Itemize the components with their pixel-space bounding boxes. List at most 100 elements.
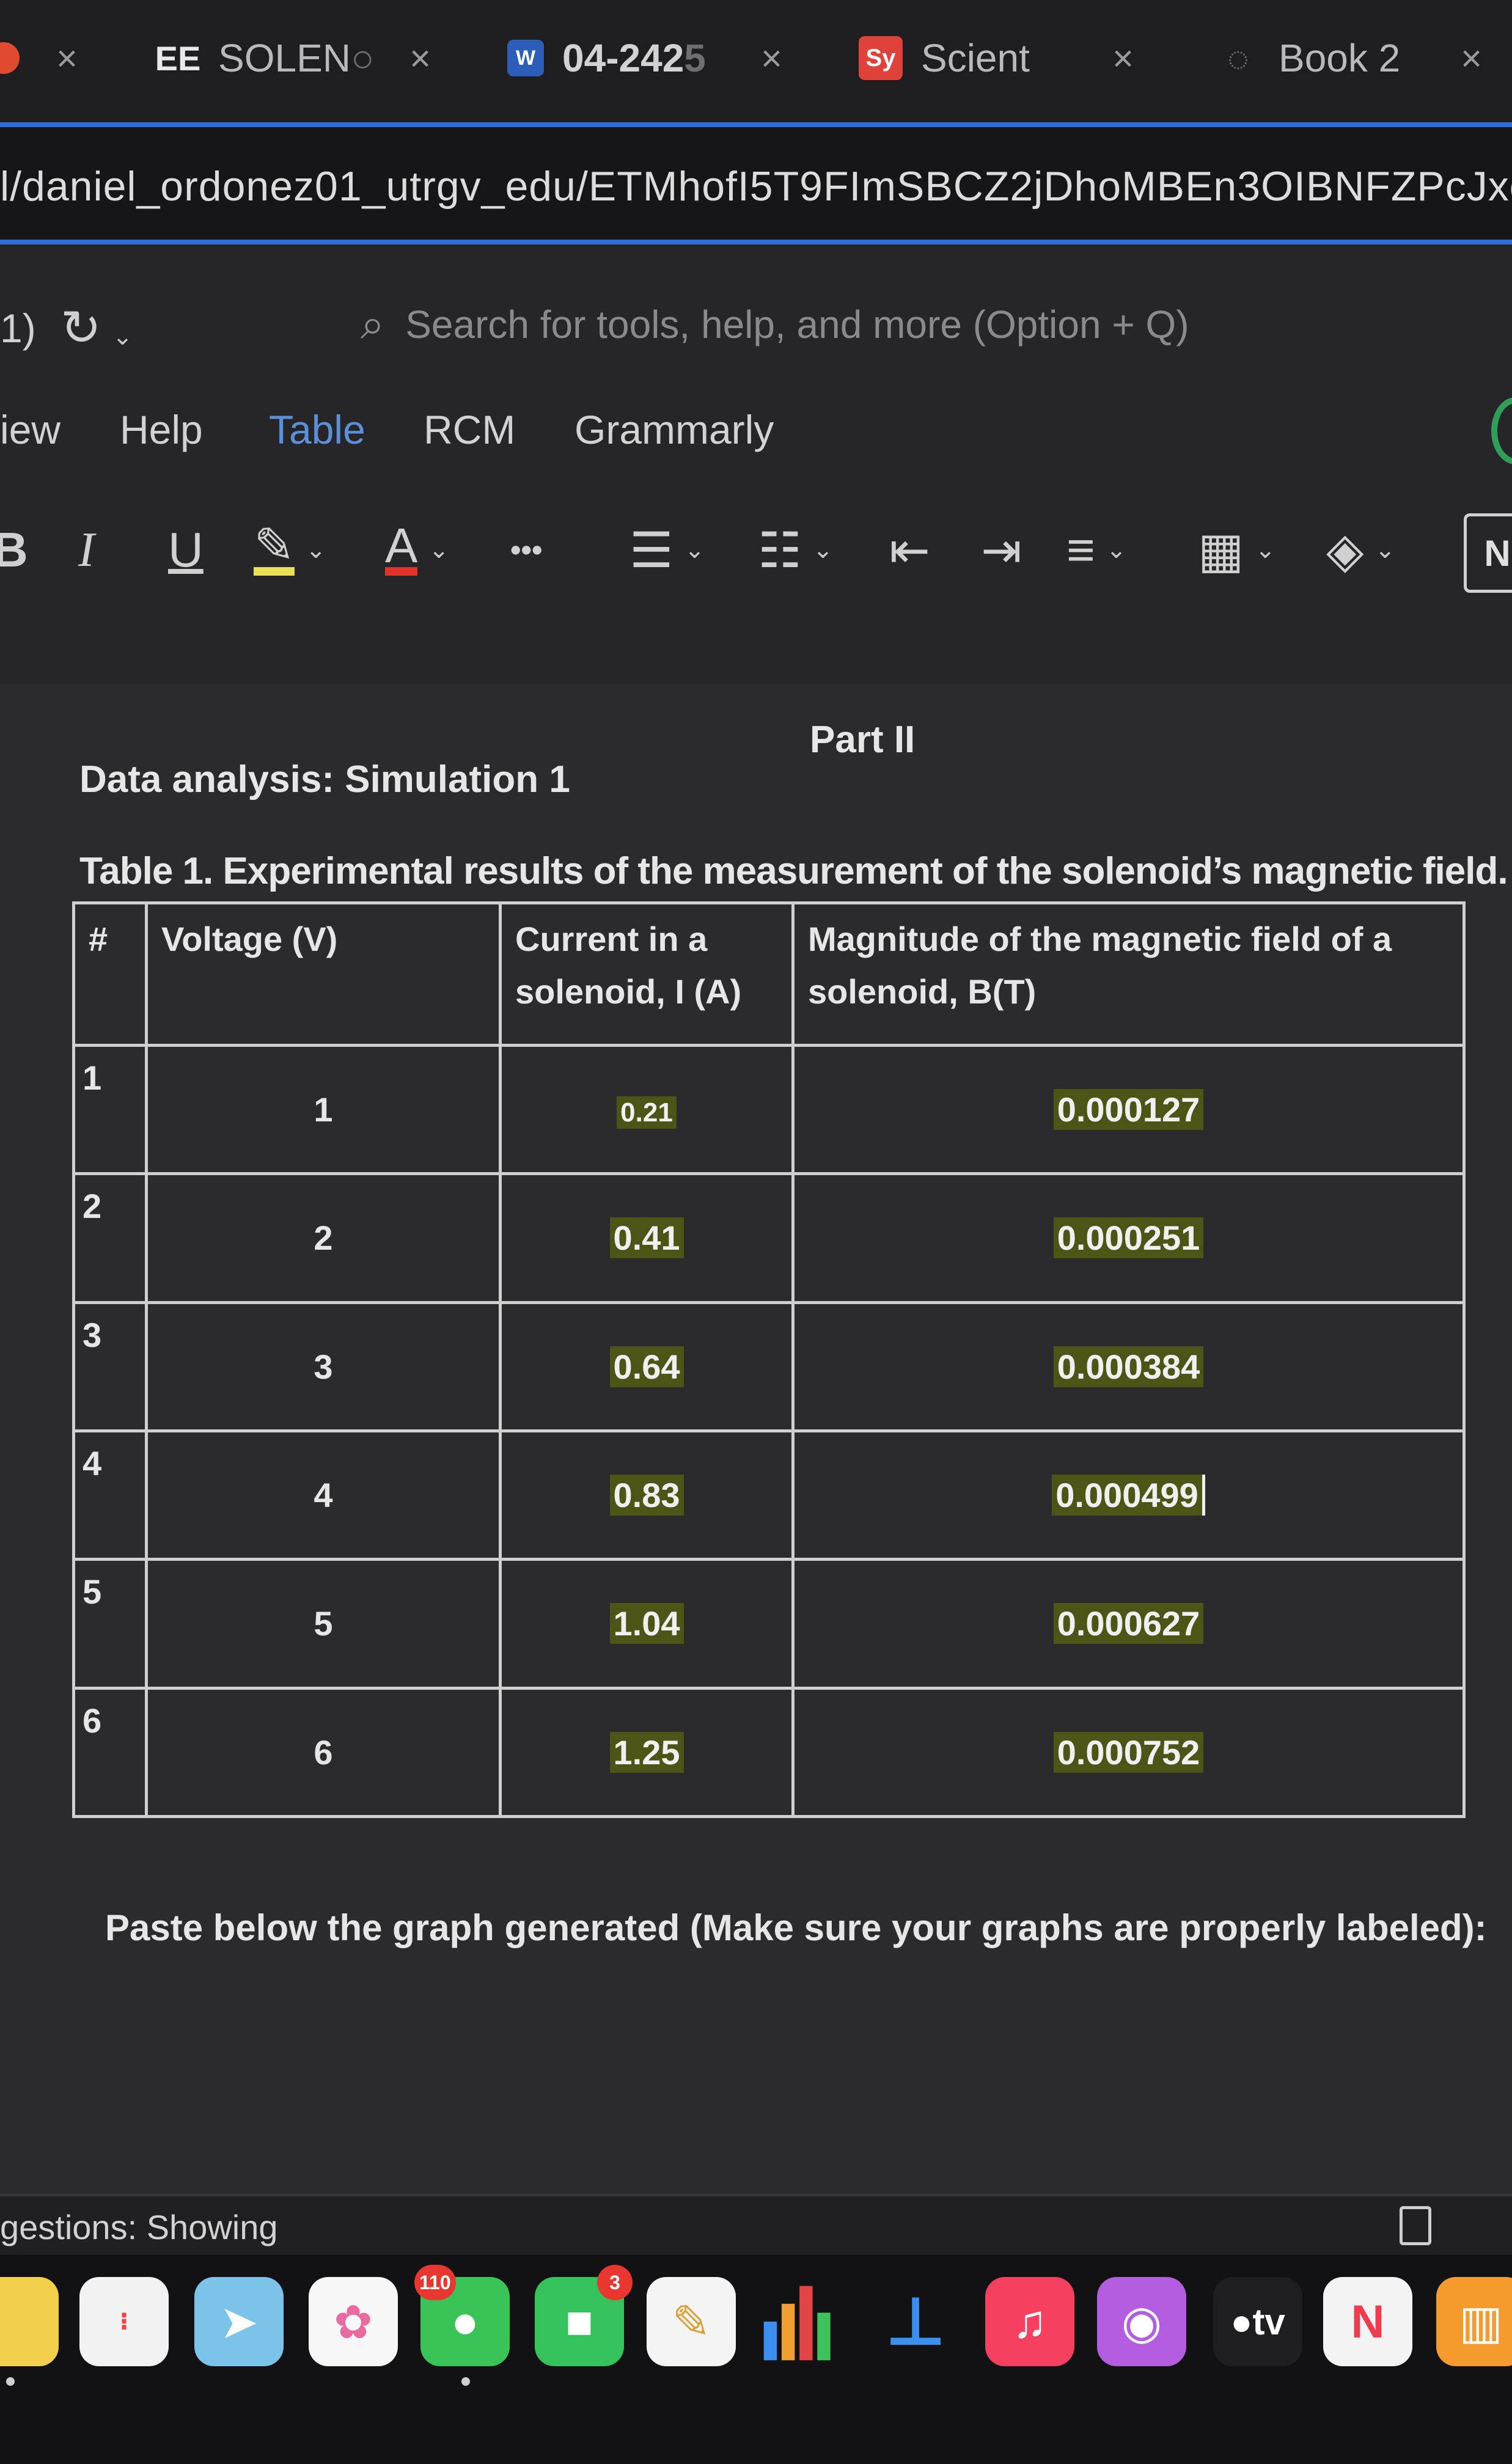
podcasts-icon[interactable]: ◉ bbox=[1097, 2277, 1186, 2366]
ee-logo-icon: EE bbox=[155, 38, 201, 78]
maps-icon[interactable]: ➤ bbox=[194, 2277, 284, 2366]
decrease-indent-button[interactable]: ⇤ bbox=[889, 513, 930, 587]
tab-title: 04-242 bbox=[562, 36, 684, 80]
row-number[interactable]: 1 bbox=[72, 1043, 148, 1176]
field-cell[interactable]: 0.000127 bbox=[791, 1043, 1466, 1176]
reminders-icon[interactable]: ⁝ bbox=[79, 2277, 169, 2366]
address-bar[interactable]: l/daniel_ordonez01_utrgv_edu/ETMhofI5T9F… bbox=[0, 122, 1512, 244]
field-cell[interactable]: 0.000251 bbox=[791, 1172, 1466, 1304]
current-value: 0.41 bbox=[609, 1217, 684, 1259]
messages-icon[interactable]: ● 110 bbox=[414, 2265, 510, 2366]
sync-icon[interactable]: ↻ ⌄ bbox=[61, 299, 133, 356]
alignment-button[interactable]: ≡ ⌄ bbox=[1066, 513, 1126, 587]
menu-rcm[interactable]: RCM bbox=[424, 406, 515, 453]
field-cell[interactable]: 0.000384 bbox=[791, 1300, 1466, 1432]
voltage-value: 4 bbox=[314, 1476, 333, 1515]
tab-close-icon[interactable]: × bbox=[1461, 37, 1482, 79]
menu-help[interactable]: Help bbox=[120, 406, 203, 453]
running-indicator bbox=[461, 2377, 470, 2386]
voltage-cell[interactable]: 4 bbox=[145, 1429, 502, 1561]
browser-tab-scient[interactable]: Sy Scient × bbox=[859, 24, 1134, 92]
results-table[interactable]: # Voltage (V) Current in a solenoid, I (… bbox=[72, 901, 1466, 1819]
table-row: 2 2 0.41 0.000251 bbox=[72, 1172, 1466, 1304]
numbered-list-button[interactable]: ☷ ⌄ bbox=[758, 513, 833, 587]
table-row: 1 1 0.21 0.000127 bbox=[72, 1043, 1466, 1176]
underline-button[interactable]: U bbox=[168, 513, 204, 587]
header-voltage: Voltage (V) bbox=[145, 901, 502, 1047]
doc-label: 1) bbox=[0, 305, 36, 351]
styles-button[interactable]: N bbox=[1464, 513, 1512, 593]
menu-grammarly[interactable]: Grammarly bbox=[574, 406, 774, 453]
page-view-icon[interactable] bbox=[1400, 2206, 1431, 2245]
align-icon: ≡ bbox=[1066, 522, 1095, 577]
bullet-list-button[interactable]: ☰ ⌄ bbox=[629, 513, 705, 587]
url-text[interactable]: l/daniel_ordonez01_utrgv_edu/ETMhofI5T9F… bbox=[0, 163, 1512, 210]
current-cell[interactable]: 0.41 bbox=[499, 1172, 795, 1304]
menu-table[interactable]: Table bbox=[269, 406, 365, 453]
font-color-button[interactable]: A ⌄ bbox=[385, 513, 449, 587]
tab-close-icon[interactable]: × bbox=[1112, 37, 1134, 79]
row-number[interactable]: 4 bbox=[72, 1429, 148, 1561]
current-cell[interactable]: 0.64 bbox=[499, 1300, 795, 1432]
globe-icon: ◌ bbox=[1227, 37, 1249, 79]
format-toolbar: B I U ✎ ⌄ A ⌄ ••• ☰ ⌄ ☷ ⌄ ⇤ ⇥ ≡ ⌄ ▦ ⌄ ◈ ⌄ bbox=[0, 513, 1512, 587]
table-header-row: # Voltage (V) Current in a solenoid, I (… bbox=[72, 901, 1466, 1047]
camera-icon: ■ bbox=[565, 2295, 593, 2348]
menu-view[interactable]: iew bbox=[0, 406, 61, 453]
current-cell[interactable]: 1.25 bbox=[499, 1686, 795, 1819]
increase-indent-button[interactable]: ⇥ bbox=[981, 513, 1022, 587]
browser-tab-0[interactable]: × bbox=[0, 24, 78, 92]
browser-tab-book2[interactable]: ◌ Book 2 × bbox=[1216, 24, 1482, 92]
borders-button[interactable]: ▦ ⌄ bbox=[1198, 513, 1275, 587]
field-cell[interactable]: 0.000752 bbox=[791, 1686, 1466, 1819]
shading-button[interactable]: ◈ ⌄ bbox=[1326, 513, 1395, 587]
row-number[interactable]: 3 bbox=[72, 1300, 148, 1432]
highlight-button[interactable]: ✎ ⌄ bbox=[254, 513, 326, 587]
books-icon[interactable]: ▥ bbox=[1436, 2277, 1512, 2366]
bold-button[interactable]: B bbox=[0, 513, 28, 587]
voltage-cell[interactable]: 5 bbox=[145, 1558, 502, 1690]
tab-close-icon[interactable]: × bbox=[56, 37, 78, 79]
tab-close-icon[interactable]: × bbox=[409, 37, 431, 79]
current-cell[interactable]: 0.83 bbox=[499, 1429, 795, 1561]
field-value[interactable]: 0.000499 bbox=[1052, 1475, 1205, 1516]
current-cell[interactable]: 0.21 bbox=[499, 1043, 795, 1176]
tab-close-icon[interactable]: × bbox=[761, 37, 782, 79]
freeform-icon[interactable]: ✎ bbox=[647, 2277, 736, 2366]
header-current: Current in a solenoid, I (A) bbox=[499, 901, 795, 1047]
field-value: 0.000251 bbox=[1053, 1217, 1204, 1259]
running-indicator bbox=[6, 2377, 15, 2386]
news-icon[interactable]: N bbox=[1323, 2277, 1412, 2366]
table-row: 4 4 0.83 0.000499 bbox=[72, 1429, 1466, 1561]
voltage-value: 6 bbox=[314, 1733, 333, 1772]
bullet-list-icon: ☰ bbox=[629, 522, 673, 578]
numbered-list-icon: ☷ bbox=[758, 522, 802, 578]
field-cell[interactable]: 0.000627 bbox=[791, 1558, 1466, 1690]
grammarly-status-icon[interactable] bbox=[1491, 397, 1512, 464]
voltage-value: 3 bbox=[314, 1347, 333, 1386]
browser-tab-solen[interactable]: EE SOLEN ○ × bbox=[155, 24, 431, 92]
numbers-icon[interactable] bbox=[758, 2277, 847, 2366]
search-input[interactable]: Search for tools, help, and more (Option… bbox=[405, 302, 1189, 347]
keynote-icon[interactable]: ⊥ bbox=[871, 2277, 960, 2366]
facetime-icon[interactable]: ■ 3 bbox=[535, 2265, 633, 2366]
music-icon[interactable]: ♫ bbox=[985, 2277, 1074, 2366]
notes-icon[interactable] bbox=[0, 2277, 59, 2366]
row-number[interactable]: 5 bbox=[72, 1558, 148, 1690]
voltage-cell[interactable]: 1 bbox=[145, 1043, 502, 1176]
tv-icon[interactable]: ●tv bbox=[1213, 2277, 1302, 2366]
part-title: Part II bbox=[810, 719, 916, 761]
italic-button[interactable]: I bbox=[78, 513, 95, 587]
photos-icon[interactable]: ✿ bbox=[309, 2277, 398, 2366]
voltage-cell[interactable]: 6 bbox=[145, 1686, 502, 1819]
search-box[interactable]: ⌕ Search for tools, help, and more (Opti… bbox=[361, 299, 1189, 350]
field-cell[interactable]: 0.000499 bbox=[791, 1429, 1466, 1561]
browser-tab-word-doc[interactable]: W 04-242 5 × bbox=[507, 24, 782, 92]
row-number[interactable]: 2 bbox=[72, 1172, 148, 1304]
current-cell[interactable]: 1.04 bbox=[499, 1558, 795, 1690]
voltage-cell[interactable]: 3 bbox=[145, 1300, 502, 1432]
row-number[interactable]: 6 bbox=[72, 1686, 148, 1819]
voltage-cell[interactable]: 2 bbox=[145, 1172, 502, 1304]
more-options-button[interactable]: ••• bbox=[510, 513, 543, 587]
suggestions-status[interactable]: gestions: Showing bbox=[0, 2207, 278, 2247]
